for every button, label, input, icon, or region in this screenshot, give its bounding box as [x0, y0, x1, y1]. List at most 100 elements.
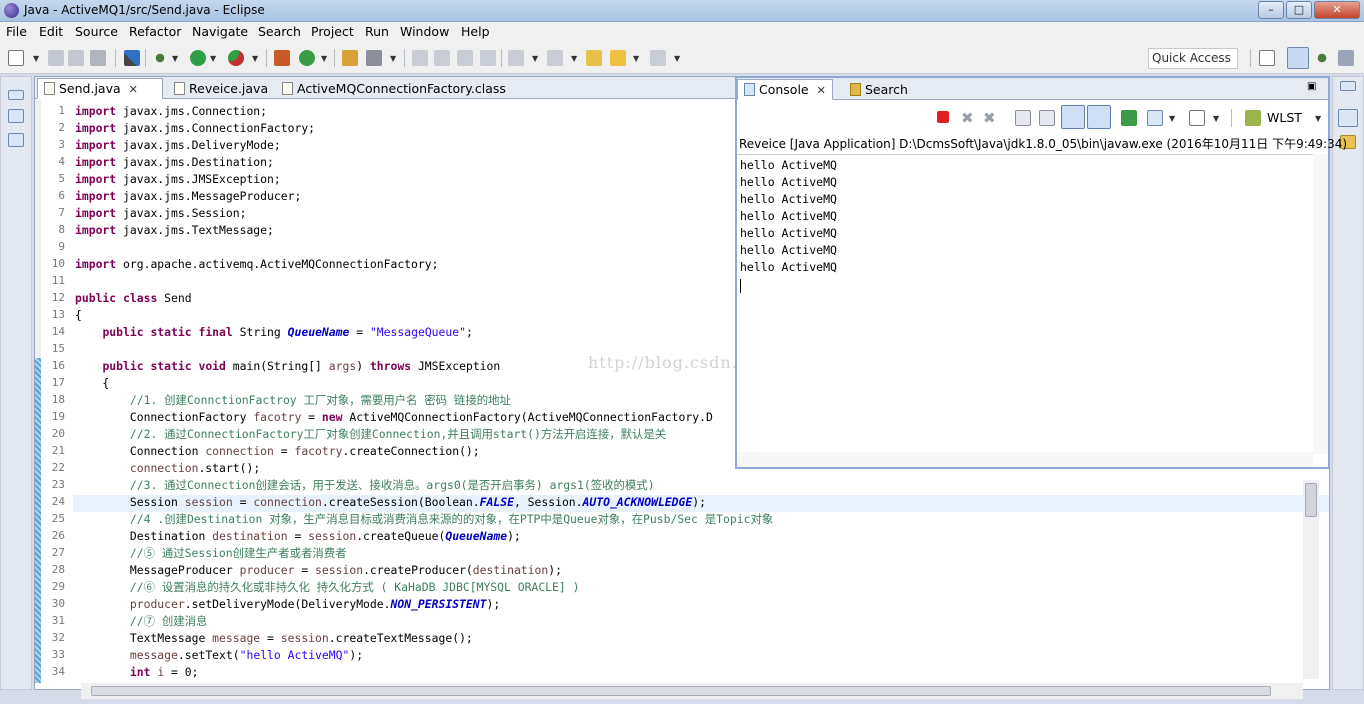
tab-console[interactable]: Console ✕ — [737, 79, 833, 100]
external-tools-icon[interactable] — [228, 50, 244, 66]
last-edit-location-icon[interactable] — [586, 50, 602, 66]
code-line: //1. 创建ConnctionFactroy 工厂对象，需要用户名 密码 链接… — [129, 393, 511, 407]
new-class-dropdown-icon[interactable]: ▼ — [321, 54, 327, 63]
open-console-dropdown-icon[interactable]: ▼ — [1213, 114, 1219, 123]
next-annotation-dropdown-icon[interactable]: ▼ — [532, 54, 538, 63]
forward-icon[interactable] — [650, 50, 666, 66]
wlst-label[interactable]: WLST — [1267, 110, 1302, 125]
show-whitespace-icon[interactable] — [480, 50, 496, 66]
debug-icon[interactable] — [152, 50, 168, 66]
menu-run[interactable]: Run — [365, 24, 389, 39]
menu-file[interactable]: File — [6, 24, 27, 39]
line-number: 33 — [51, 648, 65, 661]
jee-perspective-icon[interactable] — [1338, 50, 1354, 66]
console-vertical-scrollbar[interactable] — [1313, 154, 1328, 454]
package-explorer-icon[interactable] — [8, 109, 24, 123]
code-line: Connection connection = facotry.createCo… — [75, 444, 480, 458]
terminate-icon[interactable] — [937, 111, 949, 123]
console-toolbar: ✖ ✖ ▼ ▼ WLST ▼ — [737, 100, 1328, 136]
display-console-dropdown-icon[interactable]: ▼ — [1169, 114, 1175, 123]
open-console-icon[interactable] — [1189, 110, 1205, 126]
console-tab-bar: Console ✕ Search ▣ — [737, 78, 1328, 100]
debug-dropdown-icon[interactable]: ▼ — [172, 54, 178, 63]
close-tab-icon[interactable]: ✕ — [129, 83, 138, 96]
menu-project[interactable]: Project — [311, 24, 354, 39]
display-selected-console-icon[interactable] — [1147, 110, 1163, 126]
debug-perspective-icon[interactable] — [1314, 50, 1330, 66]
line-number: 19 — [51, 410, 65, 423]
line-number: 3 — [58, 138, 65, 151]
run-icon[interactable] — [190, 50, 206, 66]
pin-console-icon[interactable] — [1121, 110, 1137, 126]
outline-icon[interactable] — [1338, 109, 1358, 127]
console-horizontal-scrollbar[interactable] — [737, 452, 1313, 467]
minimize-button[interactable]: – — [1258, 1, 1284, 19]
java-perspective-icon[interactable] — [1287, 47, 1309, 69]
scroll-lock-icon[interactable] — [1039, 110, 1055, 126]
new-class-icon[interactable] — [299, 50, 315, 66]
scrollbar-thumb[interactable] — [1305, 483, 1317, 517]
search-tool-icon[interactable] — [366, 50, 382, 66]
editor-horizontal-scrollbar[interactable] — [81, 683, 1303, 699]
line-number: 26 — [51, 529, 65, 542]
wlst-icon[interactable] — [1245, 110, 1261, 126]
remove-all-terminated-icon[interactable]: ✖ — [983, 109, 999, 127]
block-selection-icon[interactable] — [457, 50, 473, 66]
console-output[interactable]: hello ActiveMQ hello ActiveMQ hello Acti… — [737, 154, 1315, 450]
next-annotation-icon[interactable] — [508, 50, 524, 66]
menu-help[interactable]: Help — [461, 24, 490, 39]
search-view-icon — [850, 83, 861, 96]
back-icon[interactable] — [610, 50, 626, 66]
toggle-mark-icon[interactable] — [412, 50, 428, 66]
new-dropdown-icon[interactable]: ▼ — [33, 54, 39, 63]
type-hierarchy-icon[interactable] — [8, 133, 24, 147]
maximize-view-icon[interactable]: ▣ — [1307, 81, 1316, 92]
close-button[interactable]: ✕ — [1314, 1, 1360, 19]
maximize-button[interactable]: □ — [1286, 1, 1312, 19]
tab-search[interactable]: Search — [843, 79, 923, 100]
tab-label: ActiveMQConnectionFactory.class — [297, 81, 506, 96]
menu-navigate[interactable]: Navigate — [192, 24, 248, 39]
external-tools-dropdown-icon[interactable]: ▼ — [252, 54, 258, 63]
back-dropdown-icon[interactable]: ▼ — [633, 54, 639, 63]
search-dropdown-icon[interactable]: ▼ — [390, 54, 396, 63]
view-menu-icon[interactable]: ▼ — [1315, 114, 1321, 123]
open-type-icon[interactable] — [342, 50, 358, 66]
new-java-project-icon[interactable] — [274, 50, 290, 66]
editor-vertical-scrollbar[interactable] — [1303, 480, 1319, 679]
edit-pen-icon[interactable] — [434, 50, 450, 66]
close-tab-icon[interactable]: ✕ — [817, 84, 826, 97]
run-dropdown-icon[interactable]: ▼ — [210, 54, 216, 63]
previous-annotation-icon[interactable] — [547, 50, 563, 66]
menu-window[interactable]: Window — [400, 24, 449, 39]
menu-source[interactable]: Source — [75, 24, 118, 39]
tab-activemq-connection-factory[interactable]: ActiveMQConnectionFactory.class — [275, 78, 515, 99]
line-number: 9 — [58, 240, 65, 253]
show-console-on-stderr-icon[interactable] — [1087, 105, 1111, 129]
code-line: Destination destination = session.create… — [75, 529, 521, 543]
menu-refactor[interactable]: Refactor — [129, 24, 181, 39]
show-console-on-stdout-icon[interactable] — [1061, 105, 1085, 129]
print-icon[interactable] — [90, 50, 106, 66]
restore-right-icon[interactable] — [1340, 81, 1356, 91]
remove-launch-icon[interactable]: ✖ — [961, 109, 977, 127]
menu-edit[interactable]: Edit — [39, 24, 63, 39]
scrollbar-thumb[interactable] — [91, 686, 1271, 696]
code-line: import javax.jms.Destination; — [75, 155, 274, 169]
forward-dropdown-icon[interactable]: ▼ — [674, 54, 680, 63]
skip-breakpoints-icon[interactable] — [124, 50, 140, 66]
restore-icon[interactable] — [8, 90, 24, 100]
clear-console-icon[interactable] — [1015, 110, 1031, 126]
tab-label: Console — [759, 82, 809, 97]
new-icon[interactable] — [8, 50, 24, 66]
line-number: 7 — [58, 206, 65, 219]
save-icon[interactable] — [48, 50, 64, 66]
quick-access-input[interactable]: Quick Access — [1148, 48, 1238, 69]
code-line: producer.setDeliveryMode(DeliveryMode.NO… — [129, 597, 501, 611]
save-all-icon[interactable] — [68, 50, 84, 66]
line-number: 18 — [51, 393, 65, 406]
tab-send-java[interactable]: Send.java ✕ — [37, 78, 163, 99]
menu-search[interactable]: Search — [258, 24, 301, 39]
previous-annotation-dropdown-icon[interactable]: ▼ — [571, 54, 577, 63]
open-perspective-icon[interactable] — [1259, 50, 1275, 66]
